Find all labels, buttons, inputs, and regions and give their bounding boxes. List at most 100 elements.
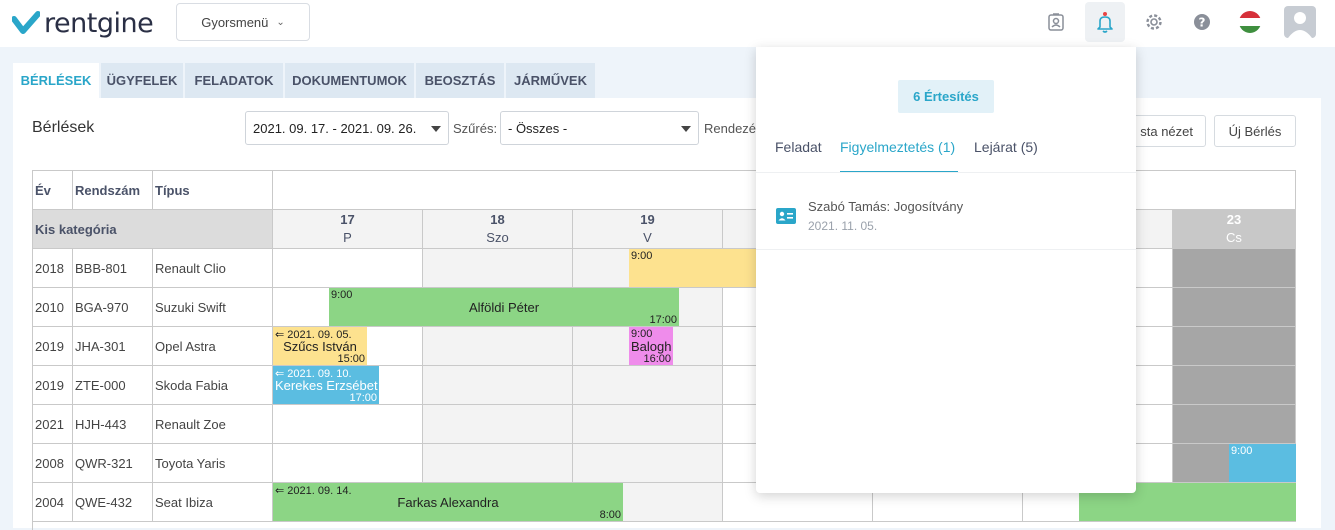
help-button[interactable]: ? [1182, 2, 1222, 42]
sort-label: Rendezé [704, 121, 757, 136]
day-number: 19 [640, 212, 655, 227]
tab-beosztas[interactable]: BEOSZTÁS [416, 63, 504, 98]
day-slot[interactable] [1173, 249, 1296, 288]
notif-tab-task[interactable]: Feladat [775, 139, 822, 173]
page-title: Bérlések [32, 119, 95, 136]
top-bar: rentgine Gyorsmenü ⌄ ? [0, 0, 1335, 47]
settings-button[interactable] [1134, 2, 1174, 42]
vehicle-type: Renault Zoe [153, 405, 273, 444]
notif-tab-warning[interactable]: Figyelmeztetés (1) [840, 139, 958, 173]
chevron-down-icon: ⌄ [276, 16, 285, 28]
col-header-plate: Rendszám [73, 171, 153, 210]
day-slot[interactable] [273, 444, 423, 483]
booking-start: 9:00 [631, 250, 653, 262]
quick-menu-dropdown[interactable]: Gyorsmenü ⌄ [176, 3, 310, 41]
day-header-19: 19 V [573, 210, 723, 249]
day-slot[interactable] [573, 444, 723, 483]
day-header-17: 17 P [273, 210, 423, 249]
booking-end: 17:00 [349, 392, 377, 404]
day-slot[interactable] [573, 366, 723, 405]
logo[interactable]: rentgine [12, 6, 154, 40]
notification-title[interactable]: Szabó Tamás: Jogosítvány [808, 199, 963, 214]
category-row: Kis kategória [33, 210, 273, 249]
vehicle-year: 2004 [33, 483, 73, 522]
vehicle-year: 2021 [33, 405, 73, 444]
user-avatar-icon [1288, 12, 1312, 38]
help-icon: ? [1194, 14, 1210, 30]
booking-block[interactable]: 9:00 Balogh 16:00 [629, 327, 673, 365]
bell-icon [1097, 12, 1113, 33]
vehicle-type: Renault Clio [153, 249, 273, 288]
vehicle-year: 2019 [33, 366, 73, 405]
tab-ugyfelek[interactable]: ÜGYFELEK [101, 63, 183, 98]
day-slot[interactable] [273, 405, 423, 444]
tab-dokumentumok[interactable]: DOKUMENTUMOK [285, 63, 414, 98]
vehicle-type: Skoda Fabia [153, 366, 273, 405]
day-slot[interactable] [573, 405, 723, 444]
day-number: 23 [1226, 212, 1242, 227]
day-slot[interactable] [423, 405, 573, 444]
gear-icon [1146, 14, 1162, 30]
vehicle-type: Seat Ibiza [153, 483, 273, 522]
vehicle-plate: HJH-443 [73, 405, 153, 444]
vehicle-plate: QWR-321 [73, 444, 153, 483]
vehicle-plate: BBB-801 [73, 249, 153, 288]
filter-value: - Összes - [508, 120, 568, 136]
language-button[interactable] [1230, 2, 1270, 42]
user-avatar[interactable] [1284, 6, 1316, 38]
divider [756, 249, 1136, 250]
booking-block[interactable]: 9:00 [1229, 444, 1296, 482]
day-header-18: 18 Szo [423, 210, 573, 249]
day-slot[interactable] [423, 249, 573, 288]
svg-text:?: ? [1199, 16, 1206, 30]
col-header-year: Év [33, 171, 73, 210]
booking-block[interactable]: ⇐ 2021. 09. 14. Farkas Alexandra 8:00 [273, 483, 623, 521]
filter-label: Szűrés: [453, 121, 498, 136]
day-slot[interactable] [423, 366, 573, 405]
booking-block[interactable]: 9:00 Alföldi Péter 17:00 [329, 288, 679, 326]
caret-down-icon [681, 126, 691, 132]
booking-block[interactable]: ⇐ 2021. 09. 05. Szűcs István 15:00 [273, 327, 367, 365]
day-slot[interactable] [1173, 327, 1296, 366]
day-slot[interactable] [423, 444, 573, 483]
vehicle-plate: QWE-432 [73, 483, 153, 522]
booking-block[interactable]: ⇐ 2021. 09. 10. Kerekes Erzsébet 17:00 [273, 366, 379, 404]
contacts-button[interactable] [1036, 2, 1076, 42]
tab-berlesek[interactable]: BÉRLÉSEK [13, 63, 99, 98]
day-slot[interactable] [423, 327, 573, 366]
booking-customer: Alföldi Péter [468, 299, 540, 315]
day-header-23: 23 Cs [1173, 210, 1296, 249]
vehicle-plate: JHA-301 [73, 327, 153, 366]
booking-customer: Farkas Alexandra [397, 494, 499, 510]
vehicle-year: 2008 [33, 444, 73, 483]
date-range-select[interactable]: 2021. 09. 17. - 2021. 09. 26. [245, 111, 449, 145]
day-number: 17 [340, 212, 355, 227]
vehicle-type: Suzuki Swift [153, 288, 273, 327]
notifications-button[interactable] [1085, 2, 1125, 42]
contacts-icon [1048, 13, 1064, 31]
hungarian-flag-icon [1239, 11, 1261, 33]
day-name: P [343, 230, 352, 245]
notif-tab-expiry[interactable]: Lejárat (5) [974, 139, 1038, 173]
day-slot[interactable] [1173, 366, 1296, 405]
booking-block[interactable]: 9:00 [629, 249, 759, 287]
vehicle-year: 2010 [33, 288, 73, 327]
divider [756, 172, 1136, 173]
vehicle-year: 2019 [33, 327, 73, 366]
tab-feladatok[interactable]: FELADATOK [185, 63, 283, 98]
day-slot[interactable] [1173, 405, 1296, 444]
vehicle-type: Toyota Yaris [153, 444, 273, 483]
day-name: V [643, 230, 652, 245]
col-header-type: Típus [153, 171, 273, 210]
booking-start: 9:00 [1231, 445, 1253, 457]
filter-select[interactable]: - Összes - [500, 111, 699, 145]
day-slot[interactable] [273, 249, 423, 288]
date-range-value: 2021. 09. 17. - 2021. 09. 26. [253, 120, 417, 136]
new-rental-button[interactable]: Új Bérlés [1214, 115, 1296, 147]
day-slot[interactable] [1173, 288, 1296, 327]
notifications-dropdown: 6 Értesítés Feladat Figyelmeztetés (1) L… [756, 47, 1136, 493]
logo-text: rentgine [44, 7, 154, 39]
tab-jarmuvek[interactable]: JÁRMŰVEK [506, 63, 595, 98]
booking-end: 8:00 [599, 509, 621, 521]
vehicle-plate: BGA-970 [73, 288, 153, 327]
